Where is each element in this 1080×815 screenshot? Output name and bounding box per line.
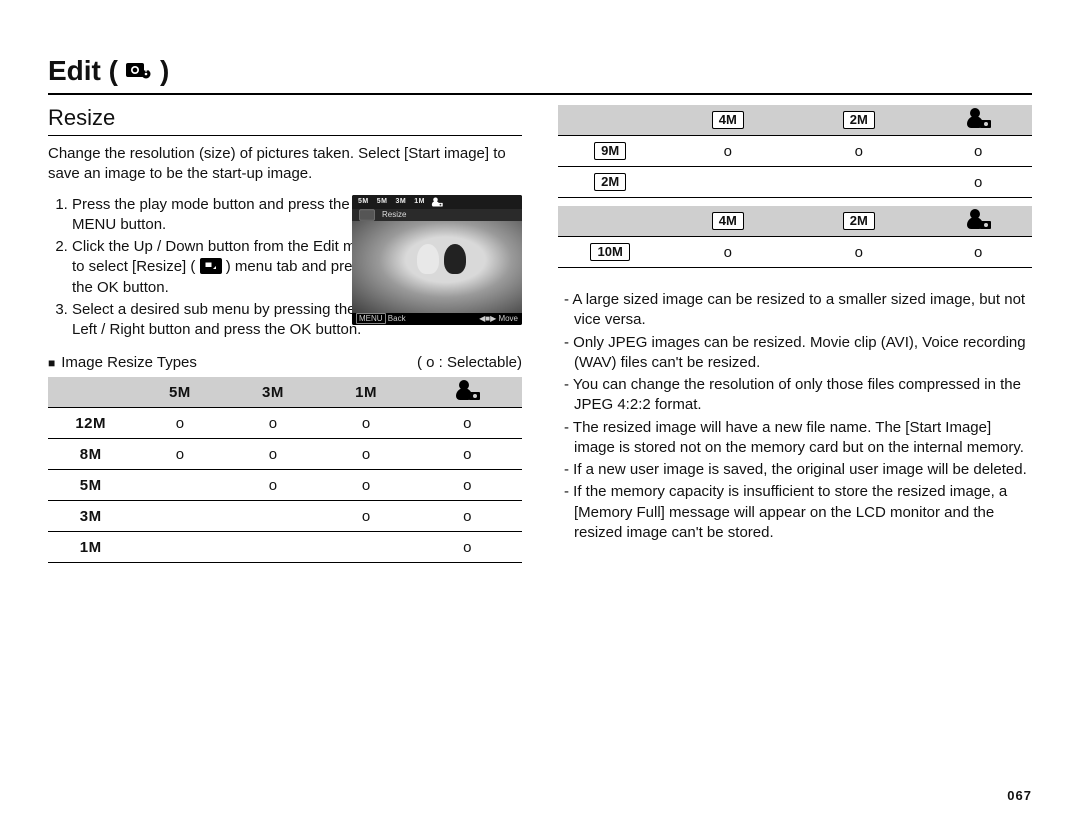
sample-photo [352,221,522,313]
user-image-icon [965,209,991,229]
steps-list: Press the play mode button and press the… [72,195,382,341]
legend-label: Image Resize Types [48,354,197,371]
page-number: 067 [1007,788,1032,803]
resize-table-1: 5M 3M 1M 12Moooo 8Moooo 5Mooo 3Moo 1Mo [48,377,522,563]
resize-mini-icon [359,209,374,220]
notes: A large sized image can be resized to a … [558,290,1032,543]
user-icon [431,197,443,206]
left-column: Resize Change the resolution (size) of p… [48,105,522,571]
title-suffix: ) [160,55,169,87]
resize-table-3: 4M 2M 10Mooo [558,206,1032,268]
note-6: If the memory capacity is insufficient t… [564,482,1032,543]
step-1: Press the play mode button and press the… [72,195,382,236]
note-4: The resized image will have a new file n… [564,418,1032,459]
resize-icon [200,258,222,274]
legend: Image Resize Types ( o : Selectable) [48,354,522,371]
camera-screenshot: 5M 5M 3M 1M Resize MENU Back ◀■▶ Move [352,195,522,325]
resize-table-2: 4M 2M 9Mooo 2Mo [558,105,1032,198]
manual-page: Edit ( ) Resize Change the resolution (s… [0,0,1080,815]
title-prefix: Edit ( [48,55,118,87]
step-3: Select a desired sub menu by pressing th… [72,300,382,341]
intro-text: Change the resolution (size) of pictures… [48,144,522,185]
note-3: You can change the resolution of only th… [564,375,1032,416]
right-column: 4M 2M 9Mooo 2Mo 4M 2M 10Mooo A la [558,105,1032,571]
note-5: If a new user image is saved, the origin… [564,460,1032,480]
step-2: Click the Up / Down button from the Edit… [72,237,382,298]
user-image-icon [454,380,480,400]
legend-note: ( o : Selectable) [417,354,522,371]
page-title: Edit ( ) [48,55,1032,87]
edit-icon [126,59,152,79]
user-image-icon [965,108,991,128]
note-1: A large sized image can be resized to a … [564,290,1032,331]
title-rule [48,93,1032,95]
section-heading: Resize [48,105,522,131]
note-2: Only JPEG images can be resized. Movie c… [564,333,1032,374]
